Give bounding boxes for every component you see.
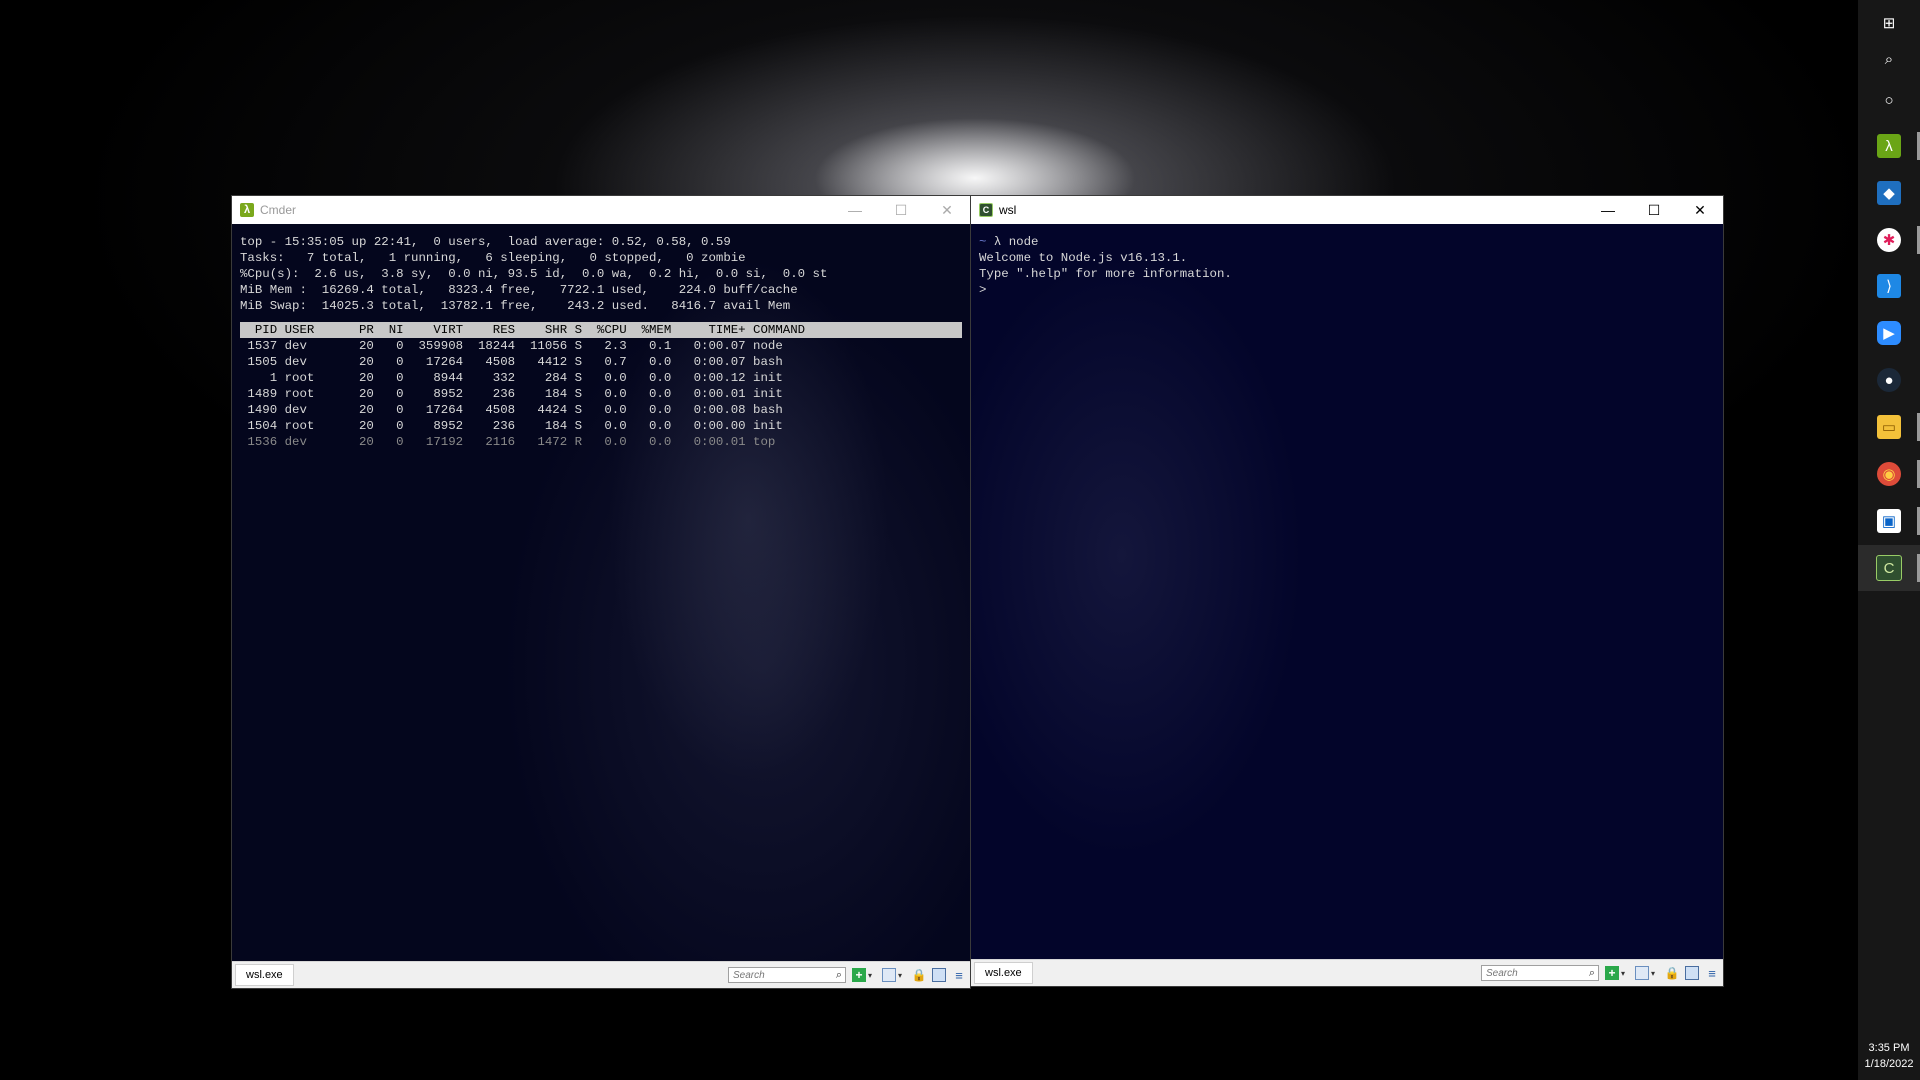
- mem-line: MiB Mem : 16269.4 total, 8323.4 free, 77…: [240, 283, 798, 297]
- file-explorer-icon: ▭: [1877, 415, 1901, 439]
- wsl-window[interactable]: C wsl — ☐ ✕ ~ λ node Welcome to Node.js v…: [971, 196, 1723, 986]
- cmder-lambda-icon: λ: [1877, 134, 1901, 158]
- repl-prompt[interactable]: >: [979, 282, 1715, 298]
- lock-icon[interactable]: 🔒: [912, 968, 927, 982]
- outlook-icon: ▣: [1877, 509, 1901, 533]
- cmder-icon: C: [979, 203, 993, 217]
- lambda-icon: λ: [240, 203, 254, 217]
- git-icon: ◆: [1877, 181, 1901, 205]
- search-input[interactable]: Search ⌕: [1481, 965, 1599, 981]
- chevron-down-icon[interactable]: ▾: [898, 971, 906, 980]
- node-welcome-line: Welcome to Node.js v16.13.1.: [979, 251, 1188, 265]
- wsl-titlebar[interactable]: C wsl — ☐ ✕: [971, 196, 1723, 224]
- chevron-down-icon[interactable]: ▾: [1651, 969, 1659, 978]
- taskbar-zoom[interactable]: ▶: [1858, 310, 1920, 356]
- taskbar-cortana[interactable]: ○: [1858, 77, 1920, 123]
- taskbar-file-explorer[interactable]: ▭: [1858, 404, 1920, 450]
- steam-icon: ●: [1877, 368, 1901, 392]
- taskbar-git[interactable]: ◆: [1858, 170, 1920, 216]
- taskbar-search[interactable]: ⌕: [1858, 36, 1920, 82]
- panel-icon[interactable]: [1685, 966, 1699, 980]
- window-title: Cmder: [260, 203, 297, 217]
- close-button[interactable]: ✕: [1677, 196, 1723, 224]
- vscode-icon: ⟩: [1877, 274, 1901, 298]
- taskbar-slack[interactable]: ✱: [1858, 217, 1920, 263]
- console-tab[interactable]: wsl.exe: [235, 964, 294, 986]
- taskbar-chrome[interactable]: ◉: [1858, 451, 1920, 497]
- search-icon: ⌕: [1588, 966, 1595, 979]
- statusbar: wsl.exe Search ⌕ + ▾ ▾ 🔒 ≡: [232, 961, 970, 988]
- minimize-button[interactable]: —: [832, 196, 878, 224]
- process-row: 1490 dev 20 0 17264 4508 4424 S 0.0 0.0 …: [240, 403, 783, 417]
- process-row: 1489 root 20 0 8952 236 184 S 0.0 0.0 0:…: [240, 387, 783, 401]
- chevron-down-icon[interactable]: ▾: [1621, 969, 1629, 978]
- swap-line: MiB Swap: 14025.3 total, 13782.1 free, 2…: [240, 299, 791, 313]
- clock-date: 1/18/2022: [1864, 1058, 1914, 1070]
- process-row: 1505 dev 20 0 17264 4508 4412 S 0.7 0.0 …: [240, 355, 783, 369]
- taskbar-cmder-window[interactable]: C: [1858, 545, 1920, 591]
- clock-time: 3:35 PM: [1868, 1042, 1910, 1054]
- menu-icon[interactable]: ≡: [952, 968, 966, 983]
- prompt-line: ~ λ node: [979, 234, 1715, 250]
- tasks-line: Tasks: 7 total, 1 running, 6 sleeping, 0…: [240, 251, 746, 265]
- process-row: 1504 root 20 0 8952 236 184 S 0.0 0.0 0:…: [240, 419, 783, 433]
- chrome-icon: ◉: [1877, 462, 1901, 486]
- windows-start-icon: ⊞: [1882, 15, 1896, 32]
- process-row: 1 root 20 0 8944 332 284 S 0.0 0.0 0:00.…: [240, 371, 783, 385]
- process-table-header: PID USER PR NI VIRT RES SHR S %CPU %MEM …: [240, 322, 962, 338]
- layout-icon[interactable]: [882, 968, 896, 982]
- terminal-output[interactable]: top - 15:35:05 up 22:41, 0 users, load a…: [232, 224, 970, 962]
- process-row: 1536 dev 20 0 17192 2116 1472 R 0.0 0.0 …: [240, 435, 776, 449]
- maximize-button[interactable]: ☐: [1631, 196, 1677, 224]
- cmder-titlebar[interactable]: λ Cmder — ☐ ✕: [232, 196, 970, 224]
- taskbar-steam[interactable]: ●: [1858, 357, 1920, 403]
- new-console-icon[interactable]: +: [852, 968, 866, 982]
- terminal-output[interactable]: ~ λ node Welcome to Node.js v16.13.1. Type…: [971, 224, 1723, 960]
- node-help-line: Type ".help" for more information.: [979, 267, 1232, 281]
- close-button[interactable]: ✕: [924, 196, 970, 224]
- console-tab[interactable]: wsl.exe: [974, 962, 1033, 984]
- zoom-icon: ▶: [1877, 321, 1901, 345]
- layout-icon[interactable]: [1635, 966, 1649, 980]
- taskbar-cmder-lambda[interactable]: λ: [1858, 123, 1920, 169]
- process-row: 1537 dev 20 0 359908 18244 11056 S 2.3 0…: [240, 339, 783, 353]
- search-placeholder: Search: [733, 969, 765, 981]
- statusbar: wsl.exe Search ⌕ + ▾ ▾ 🔒 ≡: [971, 959, 1723, 986]
- lock-icon[interactable]: 🔒: [1665, 966, 1680, 980]
- taskbar-outlook[interactable]: ▣: [1858, 498, 1920, 544]
- search-input[interactable]: Search ⌕: [728, 967, 846, 983]
- system-clock[interactable]: 3:35 PM 1/18/2022: [1858, 1040, 1920, 1080]
- new-console-icon[interactable]: +: [1605, 966, 1619, 980]
- minimize-button[interactable]: —: [1585, 196, 1631, 224]
- cmder-window-icon: C: [1876, 555, 1902, 581]
- chevron-down-icon[interactable]: ▾: [868, 971, 876, 980]
- taskbar: ⊞ ⌕ ○ λ ◆ ✱ ⟩ ▶ ● ▭ ◉ ▣ C 3:35 PM 1/18/2…: [1858, 0, 1920, 1080]
- top-summary-line: top - 15:35:05 up 22:41, 0 users, load a…: [240, 235, 731, 249]
- taskbar-vscode[interactable]: ⟩: [1858, 263, 1920, 309]
- search-placeholder: Search: [1486, 967, 1518, 979]
- cortana-icon: ○: [1884, 91, 1894, 109]
- window-title: wsl: [999, 203, 1017, 217]
- prompt-command: λ node: [986, 235, 1039, 249]
- cpu-line: %Cpu(s): 2.6 us, 3.8 sy, 0.0 ni, 93.5 id…: [240, 267, 828, 281]
- search-icon: ⌕: [835, 968, 842, 981]
- maximize-button[interactable]: ☐: [878, 196, 924, 224]
- panel-icon[interactable]: [932, 968, 946, 982]
- slack-icon: ✱: [1877, 228, 1901, 252]
- search-icon: ⌕: [1884, 50, 1894, 68]
- menu-icon[interactable]: ≡: [1705, 966, 1719, 981]
- cmder-window[interactable]: λ Cmder — ☐ ✕ top - 15:35:05 up 22:41, 0…: [232, 196, 970, 988]
